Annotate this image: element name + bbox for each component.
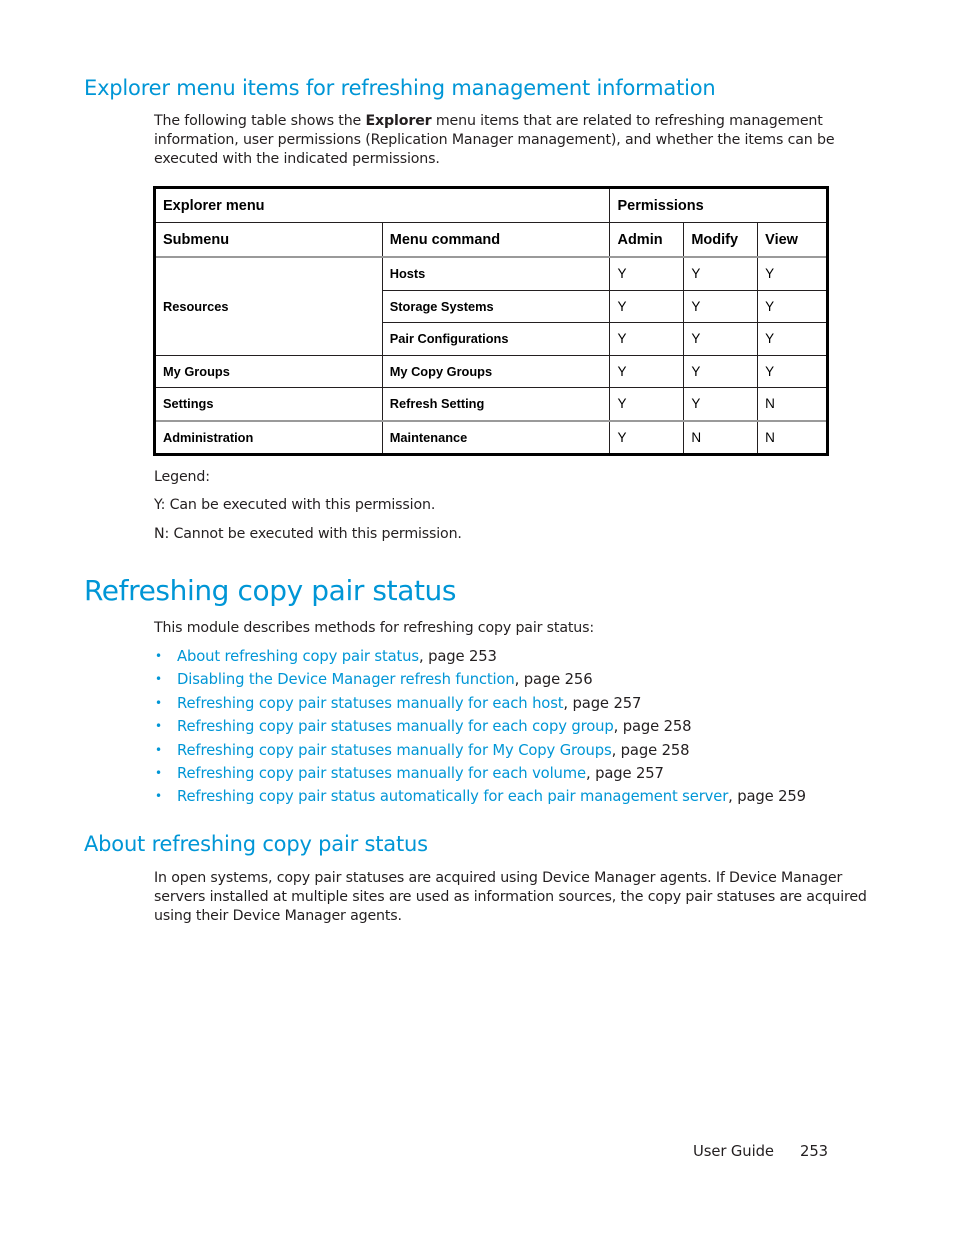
page-ref: , page 258 <box>611 741 690 759</box>
permissions-table: Explorer menu Permissions Submenu Menu c… <box>153 186 829 456</box>
section-heading-explorer-menu: Explorer menu items for refreshing manag… <box>84 76 716 100</box>
cell-command: My Copy Groups <box>381 354 611 388</box>
cell-modify: Y <box>683 256 759 291</box>
header-admin: Admin <box>609 222 685 258</box>
cell-admin: Y <box>609 256 685 291</box>
toc-link[interactable]: Refreshing copy pair statuses manually f… <box>177 695 564 712</box>
cell-view: Y <box>757 322 828 356</box>
page-ref: , page 257 <box>586 764 664 782</box>
list-item: • Refreshing copy pair statuses manually … <box>154 693 806 716</box>
cell-view: Y <box>757 354 828 388</box>
cell-submenu: Settings <box>154 387 383 421</box>
cell-modify: Y <box>683 322 759 356</box>
header-explorer-menu: Explorer menu <box>153 187 611 223</box>
bullet-icon: • <box>155 789 162 804</box>
list-item: • Refreshing copy pair statuses manually … <box>154 763 806 786</box>
cell-command: Maintenance <box>381 419 611 455</box>
toc-link[interactable]: Disabling the Device Manager refresh fun… <box>177 671 515 688</box>
header-permissions: Permissions <box>609 187 828 223</box>
intro-text-3: information, user permissions (Replicati… <box>154 132 835 148</box>
cell-modify: Y <box>683 354 759 388</box>
cell-command: Storage Systems <box>381 289 611 323</box>
table-header-row-1: Explorer menu Permissions <box>153 187 828 223</box>
cell-modify: Y <box>683 289 759 323</box>
intro-text-2: menu items that are related to refreshin… <box>431 113 823 129</box>
cell-admin: Y <box>609 419 685 455</box>
page-ref: , page 258 <box>613 718 692 736</box>
footer-guide-title: User Guide <box>693 1143 774 1160</box>
cell-modify: N <box>683 419 759 455</box>
page-ref: , page 256 <box>514 671 593 689</box>
section-heading-refreshing: Refreshing copy pair status <box>84 574 457 607</box>
cell-submenu: Resources <box>154 256 383 356</box>
header-menu-command: Menu command <box>381 222 611 258</box>
toc-link-list: • About refreshing copy pair status, page… <box>154 646 806 810</box>
list-item: • Refreshing copy pair status automatical… <box>154 786 806 809</box>
list-item: • Refreshing copy pair statuses manually … <box>154 716 806 739</box>
table-row: Settings Refresh Setting Y Y N <box>154 387 828 421</box>
cell-command: Refresh Setting <box>381 387 611 421</box>
cell-view: Y <box>757 289 828 323</box>
bullet-icon: • <box>155 672 162 687</box>
cell-modify: Y <box>683 387 759 421</box>
intro-text-4: executed with the indicated permissions. <box>154 151 440 167</box>
section3-body: In open systems, copy pair statuses are … <box>154 869 867 926</box>
body-line-2: servers installed at multiple sites are … <box>154 889 867 905</box>
toc-link[interactable]: About refreshing copy pair status <box>177 648 419 665</box>
toc-link[interactable]: Refreshing copy pair statuses manually f… <box>177 742 612 759</box>
page-ref: , page 253 <box>418 648 497 665</box>
cell-view: N <box>757 419 828 455</box>
bullet-icon: • <box>155 695 162 710</box>
page-ref: , page 257 <box>563 694 642 712</box>
bullet-icon: • <box>155 719 162 734</box>
bullet-icon: • <box>155 649 162 663</box>
footer-page-number: 253 <box>800 1143 828 1160</box>
cell-view: N <box>757 387 828 421</box>
body-line-1: In open systems, copy pair statuses are … <box>154 870 843 886</box>
cell-admin: Y <box>609 289 685 323</box>
section2-intro: This module describes methods for refres… <box>154 620 595 636</box>
cell-command: Pair Configurations <box>381 322 611 356</box>
legend-n: N: Cannot be executed with this permissi… <box>154 526 462 542</box>
table-row: My Groups My Copy Groups Y Y Y <box>154 354 828 388</box>
cell-command: Hosts <box>381 256 611 291</box>
bullet-icon: • <box>155 742 162 757</box>
list-item: • About refreshing copy pair status, page… <box>154 646 806 669</box>
toc-link[interactable]: Refreshing copy pair statuses manually f… <box>177 718 614 735</box>
table-row: Resources Hosts Y Y Y <box>154 256 828 356</box>
cell-view: Y <box>757 256 828 291</box>
bullet-icon: • <box>155 765 162 780</box>
table-row: Administration Maintenance Y N N <box>154 419 828 455</box>
cell-admin: Y <box>609 354 685 388</box>
body-line-3: using their Device Manager agents. <box>154 908 402 924</box>
section1-intro: The following table shows the Explorer m… <box>154 112 835 169</box>
cell-submenu: My Groups <box>154 354 383 388</box>
list-item: • Disabling the Device Manager refresh fu… <box>154 669 806 692</box>
legend-y: Y: Can be executed with this permission. <box>154 497 436 513</box>
toc-link[interactable]: Refreshing copy pair status automaticall… <box>177 788 728 805</box>
legend-title: Legend: <box>154 469 210 485</box>
section-heading-about-refreshing: About refreshing copy pair status <box>84 832 428 856</box>
list-item: • Refreshing copy pair statuses manually … <box>154 740 806 763</box>
table-header-row-2: Submenu Menu command Admin Modify View <box>154 222 828 258</box>
cell-admin: Y <box>609 387 685 421</box>
cell-submenu: Administration <box>154 419 383 455</box>
header-view: View <box>757 222 828 258</box>
intro-text-1: The following table shows the <box>154 113 366 129</box>
header-modify: Modify <box>683 222 759 258</box>
cell-admin: Y <box>609 322 685 356</box>
intro-bold-explorer: Explorer <box>365 113 432 129</box>
header-submenu: Submenu <box>154 222 383 258</box>
toc-link[interactable]: Refreshing copy pair statuses manually f… <box>177 765 586 782</box>
page-ref: , page 259 <box>728 788 806 806</box>
